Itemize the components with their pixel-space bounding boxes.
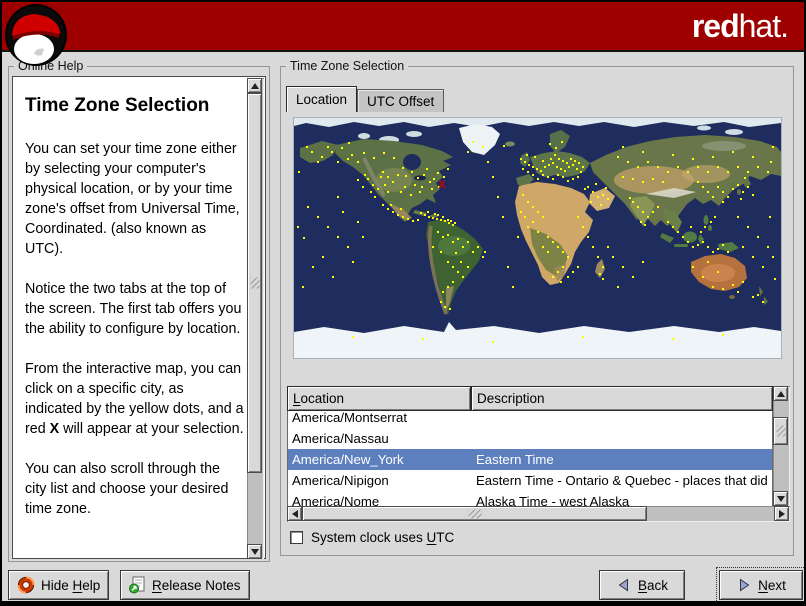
column-header-location[interactable]: Location: [287, 386, 471, 411]
back-arrow-icon: [618, 578, 628, 592]
help-paragraph-2: Notice the two tabs at the top of the sc…: [25, 281, 242, 337]
world-map-svg: X: [294, 118, 781, 358]
scroll-right-button[interactable]: [774, 506, 789, 521]
table-row[interactable]: America/Nassau: [288, 428, 772, 449]
thumb-grip-icon: [776, 425, 785, 437]
timezone-frame: Time Zone Selection Location UTC Offset: [280, 59, 794, 556]
title-banner: redhat.: [2, 2, 804, 52]
release-notes-icon: [129, 576, 145, 594]
hide-help-label: Hide Help: [41, 577, 101, 593]
next-button[interactable]: Next: [716, 567, 804, 601]
redhat-shadowman-logo-icon: [5, 4, 67, 66]
tab-location[interactable]: Location: [286, 86, 358, 112]
timezone-frame-label: Time Zone Selection: [286, 59, 409, 73]
scrollbar-thumb[interactable]: [773, 417, 788, 445]
scroll-up-button[interactable]: [773, 386, 788, 401]
brand-light: hat.: [738, 8, 789, 44]
scrollbar-thumb[interactable]: [247, 93, 262, 473]
list-vertical-scrollbar[interactable]: [773, 386, 790, 506]
next-arrow-icon: [740, 578, 750, 592]
list-horizontal-scrollbar[interactable]: [287, 506, 790, 522]
utc-checkbox-row: System clock uses UTC: [290, 530, 454, 545]
scroll-up-button[interactable]: [247, 78, 262, 93]
down-arrow-icon: [776, 495, 785, 502]
installer-window: redhat. Online Help Time Zone Selection …: [0, 0, 806, 606]
tab-utc-offset[interactable]: UTC Offset: [357, 89, 445, 112]
life-ring-icon: [17, 576, 35, 594]
table-row[interactable]: America/Nipigon Eastern Time - Ontario & …: [288, 470, 772, 491]
next-label: Next: [758, 577, 786, 593]
utc-checkbox-label[interactable]: System clock uses UTC: [311, 530, 454, 545]
left-arrow-icon: [291, 509, 298, 518]
table-row[interactable]: America/Nome Alaska Time - west Alaska: [288, 491, 772, 506]
up-arrow-icon: [776, 390, 785, 397]
help-title: Time Zone Selection: [25, 95, 210, 116]
scroll-down-button[interactable]: [247, 544, 262, 559]
redhat-wordmark: redhat.: [691, 8, 789, 45]
back-label: Back: [637, 577, 669, 593]
tab-bar: Location UTC Offset: [286, 86, 445, 112]
help-text: Time Zone Selection You can set your tim…: [15, 79, 246, 556]
scroll-left-button[interactable]: [287, 506, 302, 521]
back-button[interactable]: Back: [599, 570, 685, 600]
table-row[interactable]: America/Montserrat: [288, 411, 772, 428]
help-paragraph-4: You can also scroll through the city lis…: [25, 461, 229, 517]
thumb-grip-icon: [468, 509, 481, 518]
table-row[interactable]: America/New_York Eastern Time: [288, 449, 772, 470]
column-header-description[interactable]: Description: [471, 386, 773, 411]
brand-bold: red: [691, 8, 740, 44]
hide-help-button[interactable]: Hide Help: [8, 570, 110, 600]
help-viewport: Time Zone Selection You can set your tim…: [12, 76, 266, 559]
down-arrow-icon: [250, 548, 259, 555]
selection-marker: X: [438, 179, 446, 191]
help-vertical-scrollbar[interactable]: [247, 78, 264, 559]
utc-checkbox[interactable]: [290, 531, 303, 544]
release-notes-label: Release Notes: [152, 577, 241, 593]
release-notes-button[interactable]: Release Notes: [120, 570, 250, 600]
online-help-frame: Online Help Time Zone Selection You can …: [8, 59, 270, 562]
timezone-list[interactable]: America/Montserrat America/Nassau Americ…: [287, 411, 773, 506]
scroll-down-button[interactable]: [773, 491, 788, 506]
right-arrow-icon: [778, 509, 785, 518]
up-arrow-icon: [250, 82, 259, 89]
scrollbar-thumb[interactable]: [302, 506, 647, 521]
help-paragraph-3: From the interactive map, you can click …: [25, 361, 244, 437]
world-map[interactable]: X: [293, 117, 782, 359]
thumb-grip-icon: [250, 277, 259, 289]
help-paragraph-1: You can set your time zone either by sel…: [25, 141, 240, 257]
